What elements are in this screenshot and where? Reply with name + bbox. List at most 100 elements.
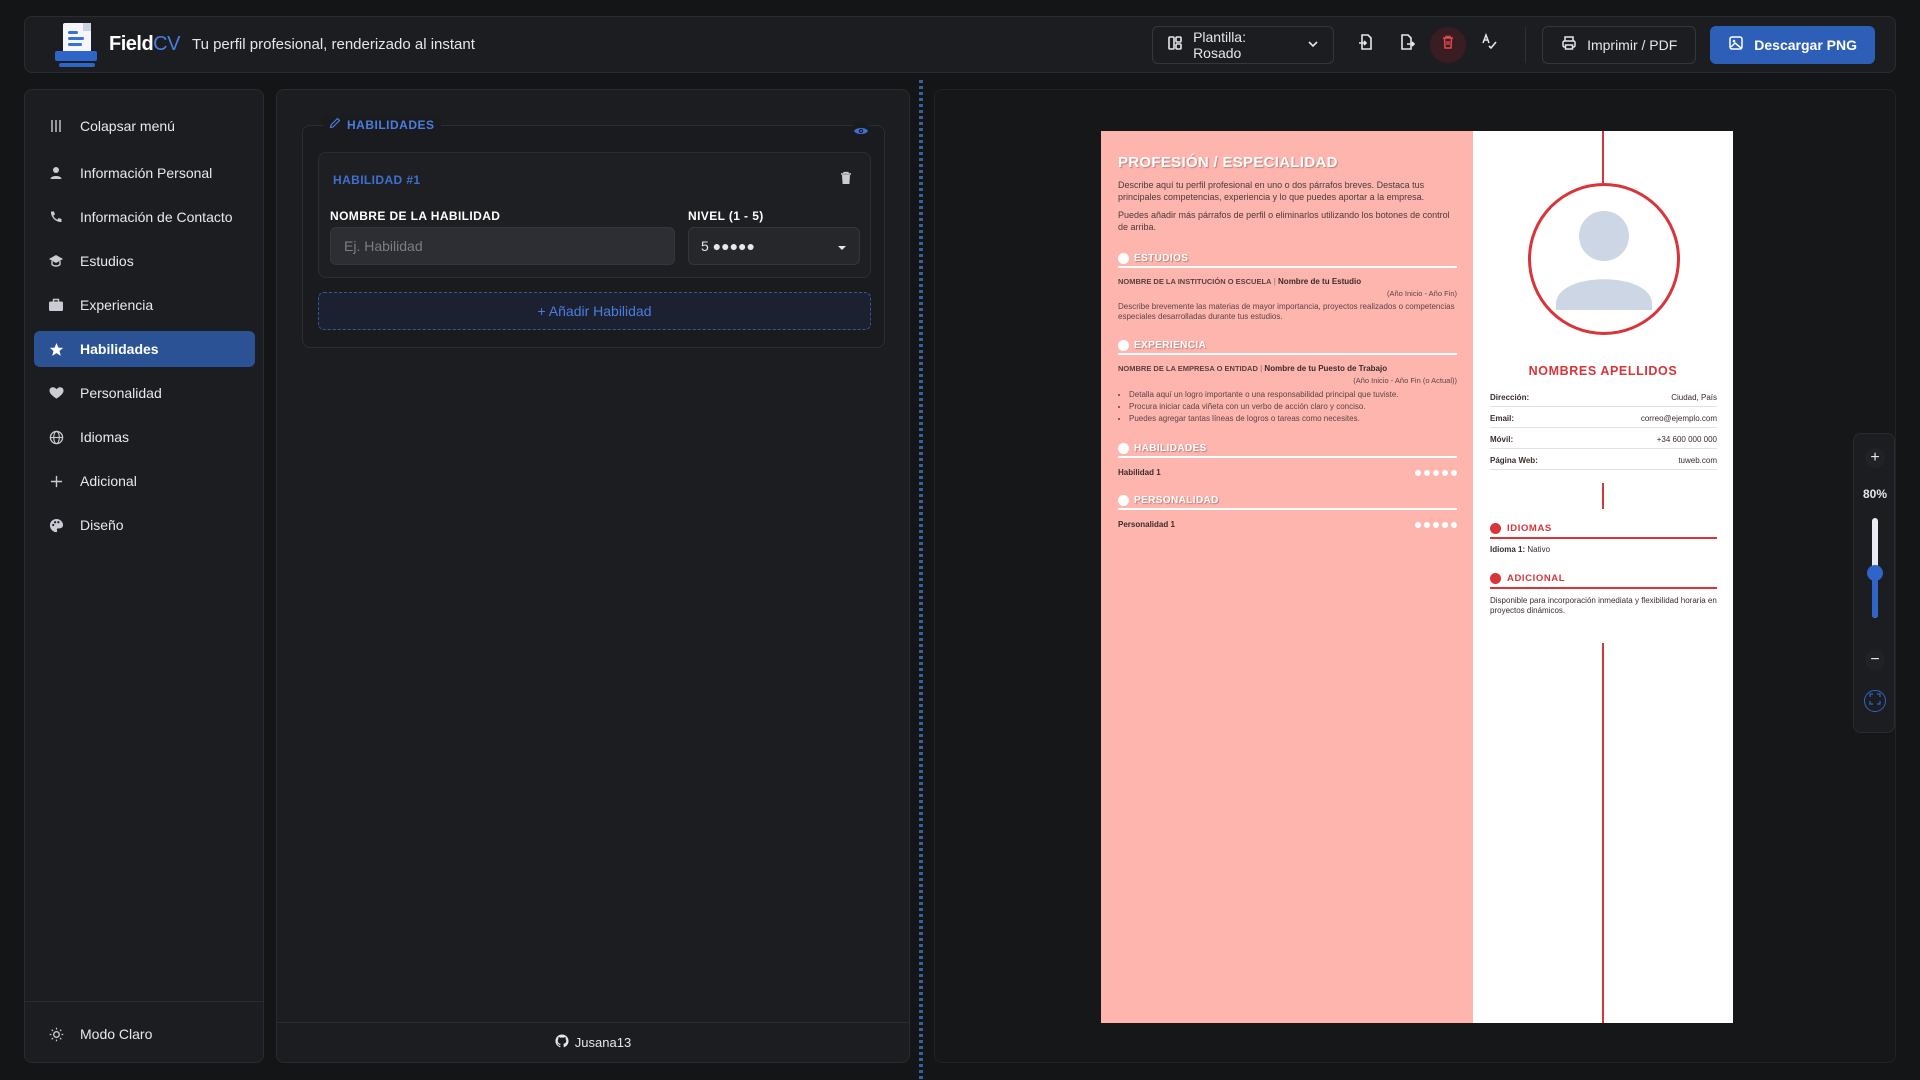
cv-studies-desc: Describe brevemente las materias de mayo… xyxy=(1118,302,1455,321)
sidebar-item-label: Estudios xyxy=(80,253,134,269)
cv-contact-rule xyxy=(1490,448,1717,449)
skill-card: HABILIDAD #1 NOMBRE DE LA HABILIDAD NIVE… xyxy=(318,152,871,278)
theme-toggle-button[interactable]: Modo Claro xyxy=(34,1016,255,1052)
cv-right-column: NOMBRES APELLIDOS Dirección: Ciudad, País… xyxy=(1473,131,1733,1023)
export-file-button[interactable] xyxy=(1389,27,1425,63)
sidebar-item-label: Diseño xyxy=(80,517,124,533)
cv-section-title: ADICIONAL xyxy=(1507,573,1566,584)
zoom-slider-thumb[interactable] xyxy=(1867,565,1883,581)
sidebar-item-contact-info[interactable]: Información de Contacto xyxy=(34,199,255,235)
spellcheck-icon xyxy=(1480,32,1498,56)
cv-contact-rule xyxy=(1490,427,1717,428)
top-bar: Field CV Tu perfil profesional, renderiz… xyxy=(24,16,1896,73)
globe-icon xyxy=(46,430,66,445)
cv-section-title: IDIOMAS xyxy=(1507,523,1552,534)
cv-contact-rule xyxy=(1490,469,1717,470)
cv-skill-name: Habilidad 1 xyxy=(1118,468,1161,477)
heart-icon xyxy=(46,386,66,400)
brand-name: Field xyxy=(109,33,154,55)
cv-profession: PROFESIÓN / ESPECIALIDAD xyxy=(1118,154,1338,171)
cv-section-rule xyxy=(1490,537,1717,539)
sidebar-item-experience[interactable]: Experiencia xyxy=(34,287,255,323)
cv-language-row: Idioma 1: Nativo xyxy=(1490,545,1717,555)
sidebar-item-languages[interactable]: Idiomas xyxy=(34,419,255,455)
sidebar-item-additional[interactable]: Adicional xyxy=(34,463,255,499)
phone-icon xyxy=(46,210,66,224)
editor-footer: Jusana13 xyxy=(277,1022,909,1062)
printer-icon xyxy=(1561,35,1577,54)
cv-vertical-line xyxy=(1602,483,1604,509)
skills-section: HABILIDADES HABILIDAD #1 NOMBRE DE LA HA… xyxy=(302,117,885,348)
download-png-button[interactable]: Descargar PNG xyxy=(1710,25,1875,64)
toolbar-divider xyxy=(1525,26,1527,63)
cv-left-column: PROFESIÓN / ESPECIALIDAD Describe aquí t… xyxy=(1101,131,1473,1023)
file-export-icon xyxy=(1398,33,1416,56)
cv-section-experience: EXPERIENCIA xyxy=(1118,340,1457,351)
github-icon xyxy=(555,1034,569,1051)
zoom-in-button[interactable]: + xyxy=(1865,448,1885,468)
cv-vertical-line xyxy=(1602,643,1604,1023)
spellcheck-button[interactable] xyxy=(1471,27,1507,63)
sidebar-item-label: Adicional xyxy=(80,473,137,489)
print-pdf-button[interactable]: Imprimir / PDF xyxy=(1542,25,1697,64)
rating-dots xyxy=(1415,469,1457,476)
cv-section-studies: ESTUDIOS xyxy=(1118,253,1457,264)
cv-section-languages: IDIOMAS xyxy=(1490,523,1717,534)
columns-icon xyxy=(46,119,66,133)
delete-skill-button[interactable] xyxy=(840,171,852,190)
avatar xyxy=(1528,183,1680,335)
cv-section-title: PERSONALIDAD xyxy=(1134,495,1219,506)
cv-summary-1: Describe aquí tu perfil profesional en u… xyxy=(1118,180,1425,202)
skill-name-label: NOMBRE DE LA HABILIDAD xyxy=(330,209,501,223)
toggle-visibility-button[interactable] xyxy=(850,122,872,144)
sidebar-item-label: Experiencia xyxy=(80,297,154,313)
zoom-level: 80% xyxy=(1862,487,1888,501)
panel-resize-handle[interactable] xyxy=(919,80,923,1080)
briefcase-icon xyxy=(46,298,66,312)
fit-to-screen-button[interactable] xyxy=(1864,690,1886,712)
cv-section-rule xyxy=(1118,266,1457,268)
cv-section-rule xyxy=(1118,508,1457,510)
cv-contact-row: Página Web: tuweb.com xyxy=(1490,456,1717,465)
skill-name-input[interactable] xyxy=(330,227,675,265)
section-legend: HABILIDADES xyxy=(323,117,441,132)
brand-suffix: CV xyxy=(153,33,180,55)
sidebar-item-studies[interactable]: Estudios xyxy=(34,243,255,279)
caret-down-icon xyxy=(837,238,847,254)
sidebar-item-personal-info[interactable]: Información Personal xyxy=(34,155,255,191)
cv-additional-text: Disponible para incorporación inmediata … xyxy=(1490,596,1717,615)
sidebar-item-label: Idiomas xyxy=(80,429,130,445)
trash-icon xyxy=(840,171,852,189)
rating-dots xyxy=(1415,521,1457,528)
file-import-icon xyxy=(1357,33,1375,56)
sidebar-item-design[interactable]: Diseño xyxy=(34,507,255,543)
trash-icon xyxy=(1440,34,1456,55)
list-item: Puedes agregar tantas líneas de logros o… xyxy=(1129,413,1457,425)
app-logo-icon xyxy=(55,21,97,69)
zoom-out-button[interactable]: − xyxy=(1865,650,1885,670)
cv-contact-row: Dirección: Ciudad, País xyxy=(1490,393,1717,402)
delete-all-button[interactable] xyxy=(1430,26,1467,63)
theme-toggle-label: Modo Claro xyxy=(80,1026,153,1042)
collapse-menu-button[interactable]: Colapsar menú xyxy=(34,108,255,144)
sidebar-item-personality[interactable]: Personalidad xyxy=(34,375,255,411)
cv-studies-dates: (Año Inicio - Año Fin) xyxy=(1386,289,1457,298)
skill-level-select[interactable]: 5 ●●●●● xyxy=(688,227,860,265)
add-skill-button[interactable]: + Añadir Habilidad xyxy=(318,292,871,330)
github-user-link[interactable]: Jusana13 xyxy=(575,1035,631,1050)
cv-personality-name: Personalidad 1 xyxy=(1118,520,1175,529)
cv-language-label: Idioma 1: xyxy=(1490,545,1526,554)
cv-studies-name: Nombre de tu Estudio xyxy=(1278,277,1362,286)
plus-icon xyxy=(46,475,66,488)
star-icon xyxy=(46,342,66,357)
cv-page: PROFESIÓN / ESPECIALIDAD Describe aquí t… xyxy=(1101,131,1733,1023)
sidebar-item-skills[interactable]: Habilidades xyxy=(34,331,255,367)
import-file-button[interactable] xyxy=(1348,27,1384,63)
image-icon xyxy=(1728,35,1744,54)
skill-title: HABILIDAD #1 xyxy=(333,173,421,187)
bullet-dot-icon xyxy=(1118,340,1129,351)
template-select[interactable]: Plantilla: Rosado xyxy=(1152,25,1335,64)
cv-full-name: NOMBRES APELLIDOS xyxy=(1528,364,1678,378)
print-pdf-label: Imprimir / PDF xyxy=(1587,36,1678,53)
layout-icon xyxy=(1167,35,1183,54)
